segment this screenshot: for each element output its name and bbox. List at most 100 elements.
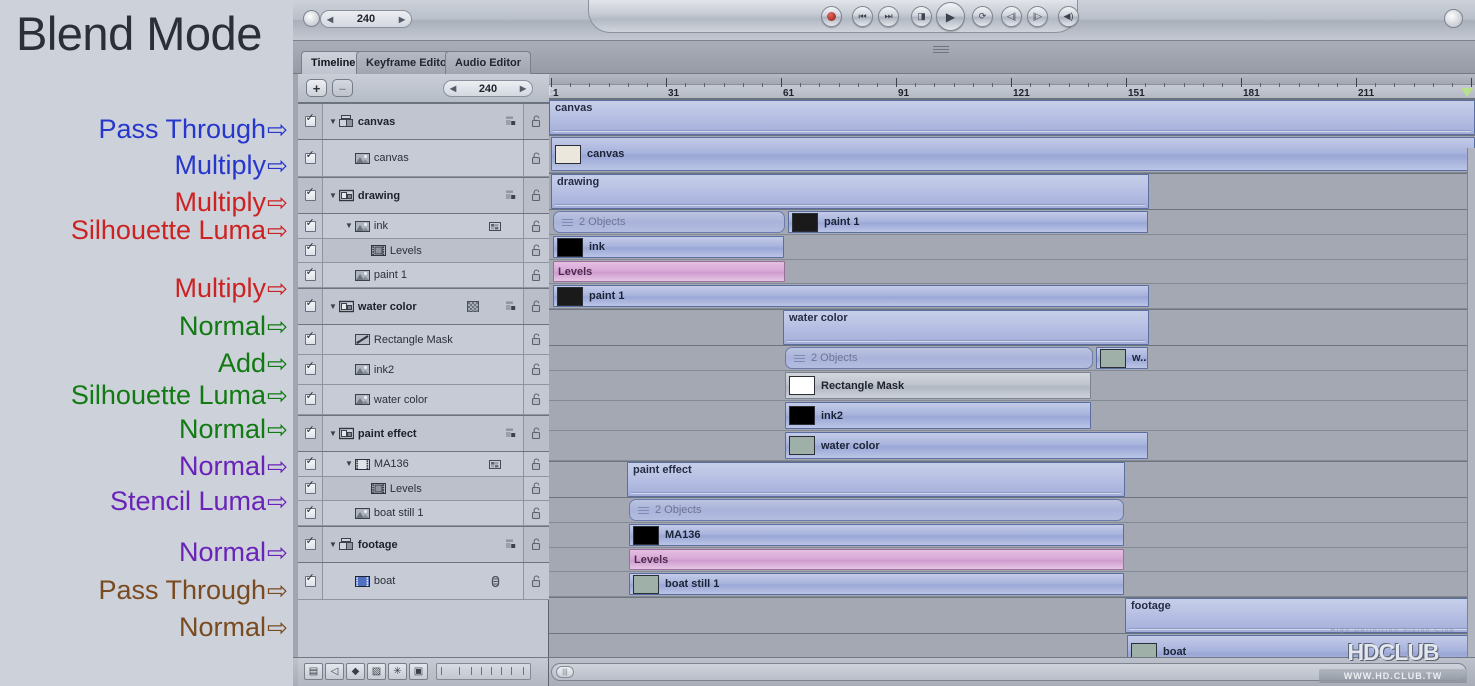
- step-forward-button[interactable]: |▷: [1027, 6, 1048, 27]
- timeline-clip[interactable]: canvas: [551, 137, 1475, 171]
- layer-visibility-checkbox[interactable]: [304, 187, 316, 201]
- lock-open-icon[interactable]: [529, 574, 544, 588]
- list-duration-next-arrow[interactable]: ▶: [520, 84, 526, 93]
- layer-row[interactable]: ▼ink2: [298, 355, 549, 385]
- layer-row[interactable]: ▼ footage: [298, 526, 549, 563]
- disclosure-triangle-icon[interactable]: ▼: [329, 117, 337, 126]
- filter-icon[interactable]: [488, 220, 503, 233]
- blend-mode-icon[interactable]: [501, 538, 523, 551]
- checker-view-button[interactable]: ▨: [367, 663, 386, 680]
- layer-visibility-checkbox[interactable]: [304, 218, 316, 232]
- layer-row[interactable]: ▼ paint effect: [298, 415, 549, 452]
- timeline-ruler[interactable]: ▷ 1 31 61 91 121 151 181 211: [549, 74, 1475, 99]
- disclosure-triangle-icon[interactable]: ▼: [329, 429, 337, 438]
- timeline-clip[interactable]: 2 Objects: [785, 347, 1093, 369]
- disclosure-triangle-icon[interactable]: ▼: [329, 191, 337, 200]
- lock-open-icon[interactable]: [529, 300, 544, 313]
- lock-open-icon[interactable]: [529, 363, 544, 376]
- layer-row[interactable]: ▼canvas: [298, 140, 549, 177]
- timeline-clip[interactable]: ink2: [785, 402, 1091, 429]
- timeline-clip[interactable]: canvas: [549, 100, 1475, 135]
- overlay-button[interactable]: ▣: [409, 663, 428, 680]
- layer-visibility-checkbox[interactable]: [304, 150, 316, 164]
- layer-visibility-checkbox[interactable]: [304, 242, 316, 256]
- play-button[interactable]: ▶: [936, 2, 965, 31]
- layer-visibility-checkbox[interactable]: [304, 331, 316, 345]
- layer-row[interactable]: ▼ MA136: [298, 452, 549, 477]
- blend-mode-icon[interactable]: [501, 300, 523, 313]
- timeline-clip[interactable]: drawing: [551, 174, 1149, 209]
- timeline-clip[interactable]: water color: [783, 310, 1149, 345]
- horizontal-scrollbar[interactable]: |||: [551, 663, 1467, 681]
- lock-open-icon[interactable]: [529, 427, 544, 440]
- layer-visibility-checkbox[interactable]: [304, 425, 316, 439]
- timeline-clip[interactable]: boat: [1127, 635, 1475, 657]
- vertical-scrollbar[interactable]: [1467, 148, 1475, 686]
- layer-row[interactable]: ▼boat still 1: [298, 501, 549, 526]
- disclosure-triangle-icon[interactable]: ▼: [329, 540, 337, 549]
- lock-open-icon[interactable]: [529, 457, 544, 471]
- layer-row[interactable]: ▼water color: [298, 385, 549, 415]
- disclosure-triangle-icon[interactable]: ▼: [329, 302, 337, 311]
- list-duration-prev-arrow[interactable]: ◀: [450, 84, 456, 93]
- layer-row[interactable]: ▼Levels: [298, 477, 549, 501]
- disclosure-triangle-icon[interactable]: ▼: [345, 222, 353, 230]
- lock-open-icon[interactable]: [529, 506, 544, 520]
- timeline-clip[interactable]: w...: [1096, 347, 1148, 369]
- layer-visibility-checkbox[interactable]: [304, 573, 316, 587]
- timeline-clip[interactable]: paint 1: [553, 285, 1149, 307]
- remove-layer-button[interactable]: –: [332, 79, 353, 97]
- timeline-clip[interactable]: paint 1: [788, 211, 1148, 233]
- add-layer-button[interactable]: +: [306, 79, 327, 97]
- go-to-start-button[interactable]: ⏮: [852, 6, 873, 27]
- film-view-button[interactable]: ▤: [304, 663, 323, 680]
- layer-row[interactable]: ▼ ink: [298, 214, 549, 239]
- layer-row[interactable]: ▼Rectangle Mask: [298, 325, 549, 355]
- audio-button[interactable]: ◀): [1058, 6, 1079, 27]
- layer-row[interactable]: ▼paint 1: [298, 263, 549, 288]
- lock-open-icon[interactable]: [529, 268, 544, 282]
- timeline-clip[interactable]: MA136: [629, 524, 1124, 546]
- audio-view-button[interactable]: ◁: [325, 663, 344, 680]
- layer-row[interactable]: ▼boat: [298, 563, 549, 600]
- layer-visibility-checkbox[interactable]: [304, 456, 316, 470]
- step-back-button[interactable]: ◁|: [1001, 6, 1022, 27]
- timecode-next-arrow[interactable]: ▶: [399, 15, 405, 24]
- lock-open-icon[interactable]: [529, 393, 544, 406]
- zoom-slider[interactable]: [436, 663, 531, 680]
- layer-visibility-checkbox[interactable]: [304, 536, 316, 550]
- layer-visibility-checkbox[interactable]: [304, 113, 316, 127]
- timeline-clip[interactable]: 2 Objects: [553, 211, 785, 233]
- filter-icon[interactable]: [488, 458, 503, 471]
- pane-resize-handle[interactable]: [933, 44, 949, 53]
- timeline-clip[interactable]: Levels: [629, 549, 1124, 570]
- layer-visibility-checkbox[interactable]: [304, 267, 316, 281]
- timeline-clip[interactable]: boat still 1: [629, 573, 1124, 595]
- go-to-end-button[interactable]: ⏭: [878, 6, 899, 27]
- timeline-clip[interactable]: paint effect: [627, 462, 1125, 497]
- layer-row[interactable]: ▼canvas: [298, 103, 549, 140]
- blend-mode-icon[interactable]: [501, 427, 523, 440]
- mask-icon[interactable]: [466, 300, 481, 313]
- play-range-end-marker[interactable]: [1461, 88, 1473, 97]
- keyframe-view-button[interactable]: ◆: [346, 663, 365, 680]
- blend-mode-icon[interactable]: [501, 189, 523, 202]
- lock-open-icon[interactable]: [529, 482, 544, 495]
- lock-open-icon[interactable]: [529, 189, 544, 202]
- timeline-clip[interactable]: water color: [785, 432, 1148, 459]
- layer-row[interactable]: ▼water color: [298, 288, 549, 325]
- layer-visibility-checkbox[interactable]: [304, 391, 316, 405]
- record-button[interactable]: [821, 6, 842, 27]
- layer-row[interactable]: ▼ drawing: [298, 177, 549, 214]
- layer-row[interactable]: ▼Levels: [298, 239, 549, 263]
- scrollbar-grip[interactable]: |||: [556, 666, 574, 678]
- layer-visibility-checkbox[interactable]: [304, 480, 316, 494]
- loop-button[interactable]: ⟳: [972, 6, 993, 27]
- timeline-clip[interactable]: Rectangle Mask: [785, 372, 1091, 399]
- link-icon[interactable]: [488, 575, 503, 588]
- layer-visibility-checkbox[interactable]: [304, 361, 316, 375]
- tab-audio-editor[interactable]: Audio Editor: [445, 51, 531, 74]
- snap-button[interactable]: ✳: [388, 663, 407, 680]
- layer-visibility-checkbox[interactable]: [304, 505, 316, 519]
- lock-open-icon[interactable]: [529, 538, 544, 551]
